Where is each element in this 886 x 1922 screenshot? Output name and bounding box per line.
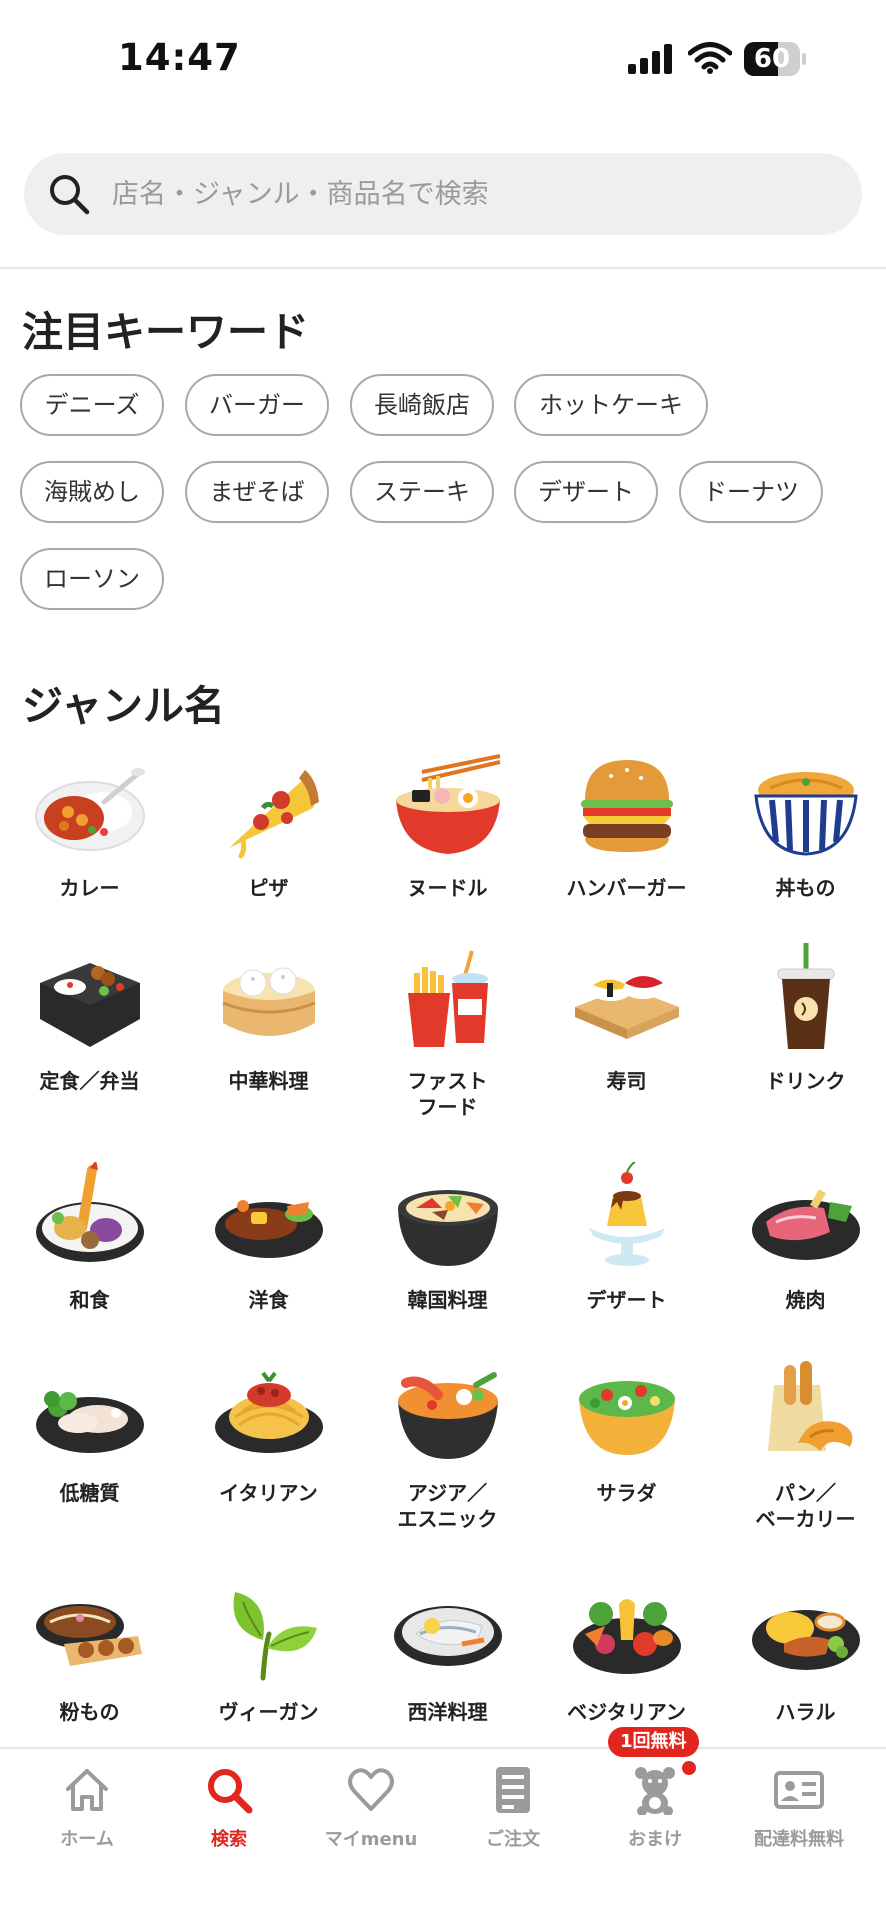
genre-label: 粉もの xyxy=(59,1700,120,1724)
search-icon xyxy=(208,1769,253,1814)
genre-label: ピザ xyxy=(248,876,289,900)
tab-bonus[interactable]: おまけ xyxy=(584,1749,726,1869)
genre-label: 洋食 xyxy=(248,1288,289,1312)
genre-label: イタリアン xyxy=(219,1481,318,1505)
genre-label: ハラル xyxy=(775,1700,836,1724)
tab-label: 配達料無料 xyxy=(754,1829,844,1850)
search-icon xyxy=(50,175,90,215)
hamburger-icon xyxy=(581,760,673,852)
battery-level: 60 xyxy=(753,44,791,74)
keyword-chip[interactable]: デザート xyxy=(514,461,658,523)
search-input[interactable] xyxy=(112,153,832,235)
keyword-chip[interactable]: ドーナツ xyxy=(679,461,823,523)
keyword-chip[interactable]: 長崎飯店 xyxy=(350,374,494,436)
pizza-icon xyxy=(229,770,319,859)
salad-icon xyxy=(579,1381,675,1455)
tab-label: マイmenu xyxy=(324,1829,418,1850)
hambagu-icon xyxy=(215,1200,323,1258)
status-bar: 14:47 60 xyxy=(0,0,886,120)
genre-label: デザート xyxy=(586,1288,667,1312)
fish-dish-icon xyxy=(394,1606,502,1666)
keyword-chip[interactable]: ステーキ xyxy=(350,461,494,523)
bibimbap-icon xyxy=(398,1190,498,1266)
tab-search[interactable]: 検索 xyxy=(158,1749,300,1869)
genre-label: アジア／ エスニック xyxy=(397,1481,498,1531)
pudding-icon xyxy=(589,1162,665,1266)
notification-dot xyxy=(682,1761,696,1775)
vegetables-icon xyxy=(573,1599,681,1674)
heart-icon xyxy=(348,1768,394,1811)
tab-label: 検索 xyxy=(211,1829,247,1850)
keyword-chip[interactable]: ホットケーキ xyxy=(514,374,708,436)
status-time: 14:47 xyxy=(118,36,241,79)
okonomiyaki-icon xyxy=(36,1604,142,1666)
tab-label: おまけ xyxy=(628,1829,682,1850)
genre-label: ハンバーガー xyxy=(566,876,687,900)
genre-label: 寿司 xyxy=(606,1069,647,1093)
id-card-icon xyxy=(774,1771,824,1809)
keyword-chip[interactable]: バーガー xyxy=(185,374,329,436)
tab-free-delivery[interactable]: 配達料無料 xyxy=(728,1749,870,1869)
genre-label: カレー xyxy=(59,876,120,900)
tomyum-icon xyxy=(398,1372,498,1459)
search-bar[interactable] xyxy=(24,153,862,235)
genre-label: 和食 xyxy=(69,1288,110,1312)
dimsum-icon xyxy=(222,967,316,1036)
genre-label: 低糖質 xyxy=(59,1481,120,1505)
curry-plate-icon xyxy=(752,1610,860,1670)
genre-label: 焼肉 xyxy=(785,1288,826,1312)
keyword-chip[interactable]: ローソン xyxy=(20,548,164,610)
ramen-icon xyxy=(396,754,501,854)
fastfood-icon xyxy=(408,950,488,1047)
yakiniku-icon xyxy=(752,1189,860,1260)
drink-icon xyxy=(777,943,835,1049)
tab-label: ご注文 xyxy=(486,1829,540,1850)
keywords-section-title: 注目キーワード xyxy=(22,308,309,356)
tab-home[interactable]: ホーム xyxy=(16,1749,158,1869)
curry-icon xyxy=(35,768,145,851)
genre-label: サラダ xyxy=(596,1481,657,1505)
keyword-chip[interactable]: 海賊めし xyxy=(20,461,164,523)
sushi-icon xyxy=(575,976,679,1039)
genre-label: パン／ ベーカリー xyxy=(755,1481,856,1531)
genre-label: 西洋料理 xyxy=(407,1700,488,1724)
tab-my-menu[interactable]: マイmenu xyxy=(300,1749,442,1869)
genre-label: ヴィーガン xyxy=(218,1700,319,1724)
genre-label: ベジタリアン xyxy=(567,1700,686,1724)
genres-section-title: ジャンル名 xyxy=(22,682,225,730)
bear-icon xyxy=(635,1767,675,1815)
tab-bar: ホーム 検索 マイmenu ご注文 おまけ 配達料無料 xyxy=(0,1747,886,1922)
signal-icon xyxy=(628,44,672,74)
bonus-badge: 1回無料 xyxy=(608,1727,699,1757)
wifi-icon xyxy=(688,42,732,74)
tab-orders[interactable]: ご注文 xyxy=(442,1749,584,1869)
bento-icon xyxy=(40,963,140,1047)
tempura-icon xyxy=(36,1162,144,1262)
genre-label: 韓国料理 xyxy=(407,1288,488,1312)
lowcarb-icon xyxy=(36,1391,144,1453)
genre-label: ヌードル xyxy=(407,876,488,900)
donburi-icon xyxy=(754,772,858,856)
leaf-icon xyxy=(233,1592,317,1681)
genre-label: ファスト フード xyxy=(407,1069,488,1119)
genre-label: 丼もの xyxy=(775,876,836,900)
genre-label: 中華料理 xyxy=(228,1069,309,1093)
pasta-icon xyxy=(215,1371,323,1453)
receipt-icon xyxy=(496,1767,530,1813)
battery-icon: 60 xyxy=(744,42,806,76)
genre-label: ドリンク xyxy=(765,1069,846,1093)
genre-label: 定食／弁当 xyxy=(39,1069,140,1093)
bread-icon xyxy=(768,1361,853,1451)
keyword-chip[interactable]: デニーズ xyxy=(20,374,164,436)
tab-label: ホーム xyxy=(60,1829,114,1850)
home-icon xyxy=(66,1769,108,1811)
header-divider xyxy=(0,267,886,269)
keyword-chip[interactable]: まぜそば xyxy=(185,461,329,523)
